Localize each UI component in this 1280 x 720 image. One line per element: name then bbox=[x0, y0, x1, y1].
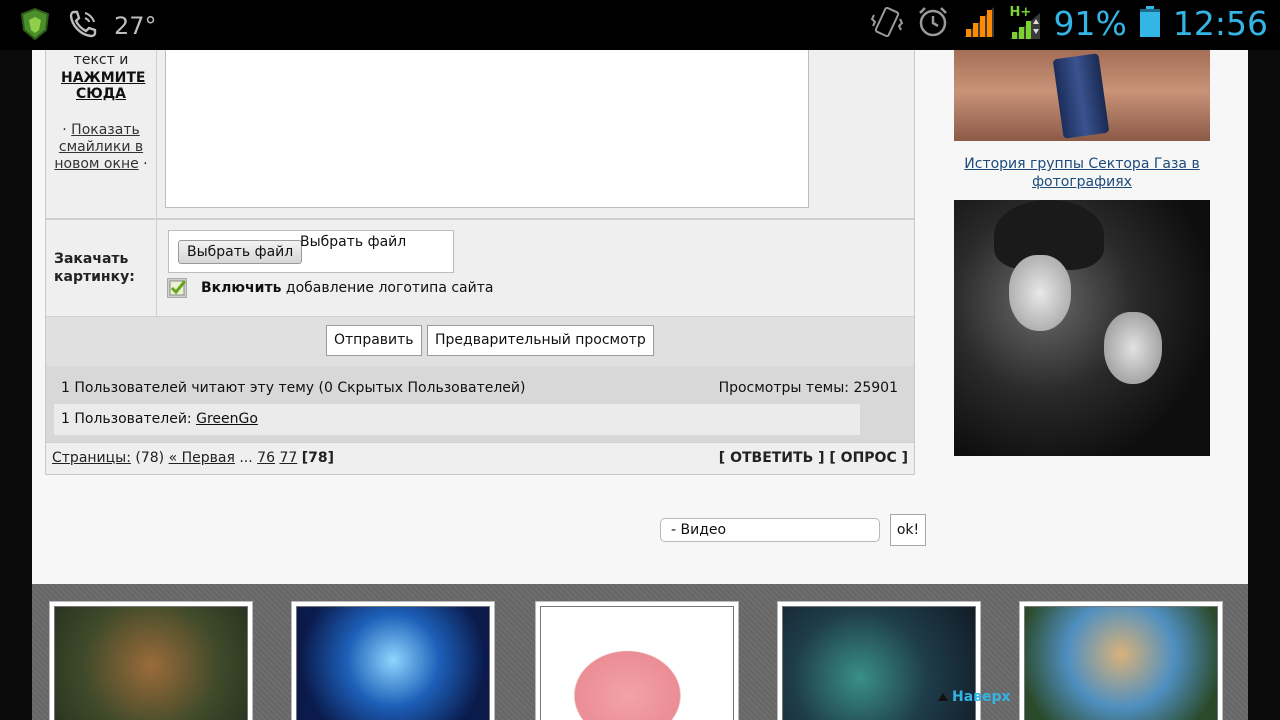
page-77-link[interactable]: 77 bbox=[279, 450, 297, 466]
game-thumbnail[interactable] bbox=[291, 601, 495, 720]
upload-cell: Выбрать файл Выбрать файл Включить добав… bbox=[157, 220, 914, 316]
upload-row: Закачать картинку: Выбрать файл Выбрать … bbox=[46, 220, 914, 316]
show-smilies-block: · Показать смайлики в новом окне · bbox=[46, 122, 156, 173]
scroll-to-top-link[interactable]: Наверх bbox=[938, 689, 1011, 705]
game-thumbnail[interactable] bbox=[1019, 601, 1223, 720]
alarm-icon bbox=[916, 5, 950, 43]
preview-button[interactable]: Предварительный просмотр bbox=[427, 325, 654, 356]
logo-option: Включить добавление логотипа сайта bbox=[167, 278, 493, 298]
reply-form: текст и НАЖМИТЕ СЮДА · Показать смайлики… bbox=[45, 50, 915, 475]
shield-app-icon bbox=[20, 7, 50, 44]
forum-jump-select[interactable]: - Видео bbox=[660, 518, 880, 542]
topic-views: Просмотры темы: 25901 bbox=[718, 380, 898, 396]
logo-option-bold: Включить bbox=[201, 280, 282, 296]
message-textarea[interactable] bbox=[165, 50, 809, 208]
logo-checkbox[interactable] bbox=[167, 278, 187, 298]
battery-icon bbox=[1139, 5, 1161, 42]
triangle-up-icon bbox=[938, 693, 948, 701]
user-link-greengo[interactable]: GreenGo bbox=[196, 411, 258, 427]
sidebar-photo-band[interactable] bbox=[954, 200, 1210, 456]
show-smilies-link[interactable]: Показать смайлики в новом окне bbox=[54, 122, 143, 172]
smilies-panel: текст и НАЖМИТЕ СЮДА · Показать смайлики… bbox=[46, 50, 157, 218]
forum-jump-ok-button[interactable]: ok! bbox=[890, 514, 926, 546]
pagination: Страницы: (78) « Первая ... 76 77 [78] [… bbox=[46, 442, 914, 474]
topic-info: 1 Пользователей читают эту тему (0 Скрыт… bbox=[46, 366, 914, 442]
bullet: · bbox=[143, 156, 148, 172]
battery-percent: 91% bbox=[1053, 4, 1127, 43]
pages-link[interactable]: Страницы: bbox=[52, 450, 131, 466]
checkmark-icon bbox=[169, 280, 187, 296]
users-label: 1 Пользователей: bbox=[61, 411, 197, 427]
status-bar: 27° H+ 91% 12:56 bbox=[0, 0, 1280, 50]
file-status: Выбрать файл bbox=[300, 234, 407, 250]
thumbnail-image bbox=[296, 606, 490, 720]
page-count: (78) bbox=[130, 450, 169, 466]
thumbnail-image bbox=[1024, 606, 1218, 720]
page-links: Страницы: (78) « Первая ... 76 77 [78] bbox=[52, 450, 334, 466]
message-row: текст и НАЖМИТЕ СЮДА · Показать смайлики… bbox=[46, 50, 914, 220]
vibrate-icon bbox=[870, 5, 904, 43]
network-type: H+ bbox=[1009, 4, 1032, 20]
game-banner-strip bbox=[32, 584, 1248, 720]
submit-row: Отправить Предварительный просмотр bbox=[46, 316, 914, 366]
reply-form-column: текст и НАЖМИТЕ СЮДА · Показать смайлики… bbox=[45, 50, 926, 546]
sidebar: История группы Сектора Газа в фотография… bbox=[954, 50, 1210, 456]
photo-shape bbox=[1009, 255, 1071, 331]
current-page: [78] bbox=[301, 450, 334, 466]
file-input[interactable]: Выбрать файл Выбрать файл bbox=[168, 230, 454, 273]
forum-page: текст и НАЖМИТЕ СЮДА · Показать смайлики… bbox=[32, 50, 1248, 584]
game-thumbnail[interactable] bbox=[535, 601, 739, 720]
readers-count: 1 Пользователей читают эту тему (0 Скрыт… bbox=[61, 380, 526, 396]
page-76-link[interactable]: 76 bbox=[257, 450, 275, 466]
sidebar-photo-top[interactable] bbox=[954, 50, 1210, 141]
click-here-link[interactable]: НАЖМИТЕ СЮДА bbox=[61, 70, 145, 102]
game-thumbnail[interactable] bbox=[49, 601, 253, 720]
sidebar-caption: История группы Сектора Газа в фотография… bbox=[954, 155, 1210, 191]
choose-file-button[interactable]: Выбрать файл bbox=[178, 240, 303, 264]
signal-icon bbox=[962, 5, 996, 43]
temperature: 27° bbox=[114, 12, 157, 40]
phone-icon bbox=[68, 9, 98, 43]
logo-option-label: добавление логотипа сайта bbox=[281, 280, 494, 296]
active-users: 1 Пользователей: GreenGo bbox=[54, 404, 860, 435]
photo-shape bbox=[1104, 312, 1162, 384]
clock: 12:56 bbox=[1172, 4, 1268, 43]
message-cell bbox=[157, 50, 914, 218]
submit-button[interactable]: Отправить bbox=[326, 325, 422, 356]
smilies-hint: текст и bbox=[73, 52, 129, 68]
scroll-to-top-label: Наверх bbox=[952, 689, 1011, 705]
upload-label: Закачать картинку: bbox=[46, 220, 157, 316]
thumbnail-image bbox=[54, 606, 248, 720]
first-page-link[interactable]: « Первая bbox=[169, 450, 235, 466]
gallery-link[interactable]: История группы Сектора Газа в фотография… bbox=[964, 156, 1199, 190]
thumbnail-image bbox=[540, 606, 734, 720]
bullet: · bbox=[62, 122, 67, 138]
topic-actions[interactable]: [ ОТВЕТИТЬ ] [ ОПРОС ] bbox=[719, 450, 908, 466]
cup-shape bbox=[1052, 53, 1110, 139]
page-ellipsis: ... bbox=[234, 450, 258, 466]
mobile-data-icon: H+ bbox=[1008, 4, 1042, 41]
